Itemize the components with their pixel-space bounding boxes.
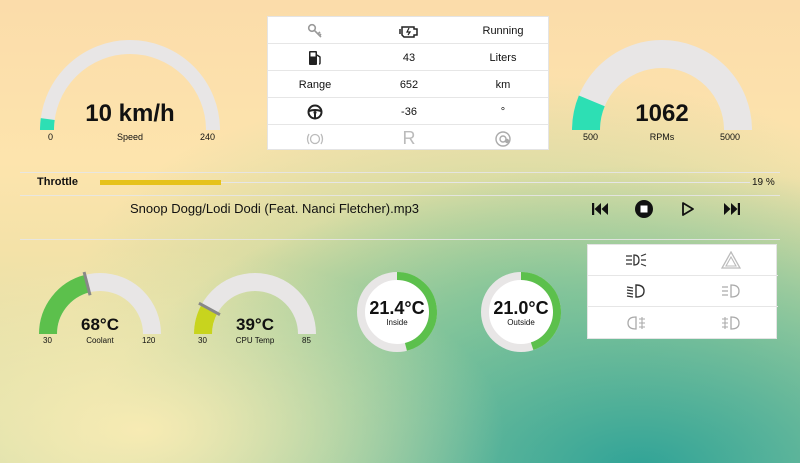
rear-fog-icon bbox=[588, 307, 683, 338]
coolant-max: 120 bbox=[142, 336, 156, 345]
check-engine-icon bbox=[362, 17, 456, 44]
range-value: 652 bbox=[399, 78, 419, 91]
inside-temp-label: Inside bbox=[386, 318, 408, 327]
rpm-label: RPMs bbox=[649, 132, 675, 142]
parking-brake-icon bbox=[268, 125, 362, 152]
outside-temp-value: 21.0°C bbox=[493, 298, 549, 318]
vehicle-info-panel: Running 43 Liters Range 652 km -36 ° R bbox=[267, 16, 549, 150]
throttle-divider bbox=[20, 195, 780, 196]
range-label: Range bbox=[298, 78, 332, 91]
status-row: Running bbox=[268, 17, 548, 44]
skip-back-icon bbox=[592, 203, 608, 215]
play-icon bbox=[682, 202, 694, 216]
speed-value: 10 km/h bbox=[85, 100, 175, 127]
play-button[interactable] bbox=[678, 199, 698, 219]
fuel-pump-icon bbox=[268, 44, 362, 71]
stop-icon bbox=[635, 200, 653, 218]
key-icon bbox=[268, 17, 362, 44]
top-divider bbox=[20, 172, 780, 173]
rpm-value: 1062 bbox=[635, 100, 689, 127]
cpu-label: CPU Temp bbox=[235, 336, 275, 345]
skip-forward-icon bbox=[724, 203, 740, 215]
fuel-row: 43 Liters bbox=[268, 44, 548, 71]
throttle-fill bbox=[100, 180, 222, 185]
rpm-min: 500 bbox=[583, 132, 599, 142]
coolant-min: 30 bbox=[43, 336, 52, 345]
speed-max: 240 bbox=[200, 132, 216, 142]
steering-row: -36 ° bbox=[268, 98, 548, 125]
rpm-max: 5000 bbox=[720, 132, 741, 142]
steering-unit: ° bbox=[500, 105, 506, 118]
previous-track-button[interactable] bbox=[590, 199, 610, 219]
low-beam-icon bbox=[588, 276, 683, 307]
fuel-unit: Liters bbox=[489, 51, 517, 64]
hazard-icon bbox=[683, 245, 778, 276]
fog-light-icon bbox=[588, 245, 683, 276]
coolant-value: 68°C bbox=[81, 315, 119, 334]
media-divider bbox=[20, 239, 780, 240]
cpu-value: 39°C bbox=[236, 315, 274, 334]
fuel-value: 43 bbox=[402, 51, 416, 64]
lights-panel bbox=[587, 244, 778, 339]
range-row: Range 652 km bbox=[268, 71, 548, 98]
gear-indicator: R bbox=[402, 128, 416, 148]
next-track-button[interactable] bbox=[722, 199, 742, 219]
throttle-label: Throttle bbox=[37, 176, 78, 188]
throttle-percent: 19 % bbox=[752, 177, 775, 188]
front-fog-icon bbox=[683, 307, 778, 338]
coolant-label: Coolant bbox=[86, 336, 114, 345]
cpu-max: 85 bbox=[302, 336, 311, 345]
inside-temp-value: 21.4°C bbox=[369, 298, 425, 318]
stop-button[interactable] bbox=[634, 199, 654, 219]
track-title: Snoop Dogg/Lodi Dodi (Feat. Nanci Fletch… bbox=[130, 201, 420, 216]
warning-row: R bbox=[268, 125, 548, 151]
parking-light-icon bbox=[683, 276, 778, 307]
outside-temp-label: Outside bbox=[507, 318, 535, 327]
engine-status: Running bbox=[482, 24, 524, 37]
speed-min: 0 bbox=[48, 132, 54, 142]
abs-icon bbox=[456, 125, 550, 152]
speed-label: Speed bbox=[116, 132, 144, 142]
steering-value: -36 bbox=[401, 105, 417, 118]
cpu-min: 30 bbox=[198, 336, 207, 345]
range-unit: km bbox=[495, 78, 511, 91]
throttle-bar bbox=[100, 180, 750, 185]
steering-wheel-icon bbox=[268, 98, 362, 125]
